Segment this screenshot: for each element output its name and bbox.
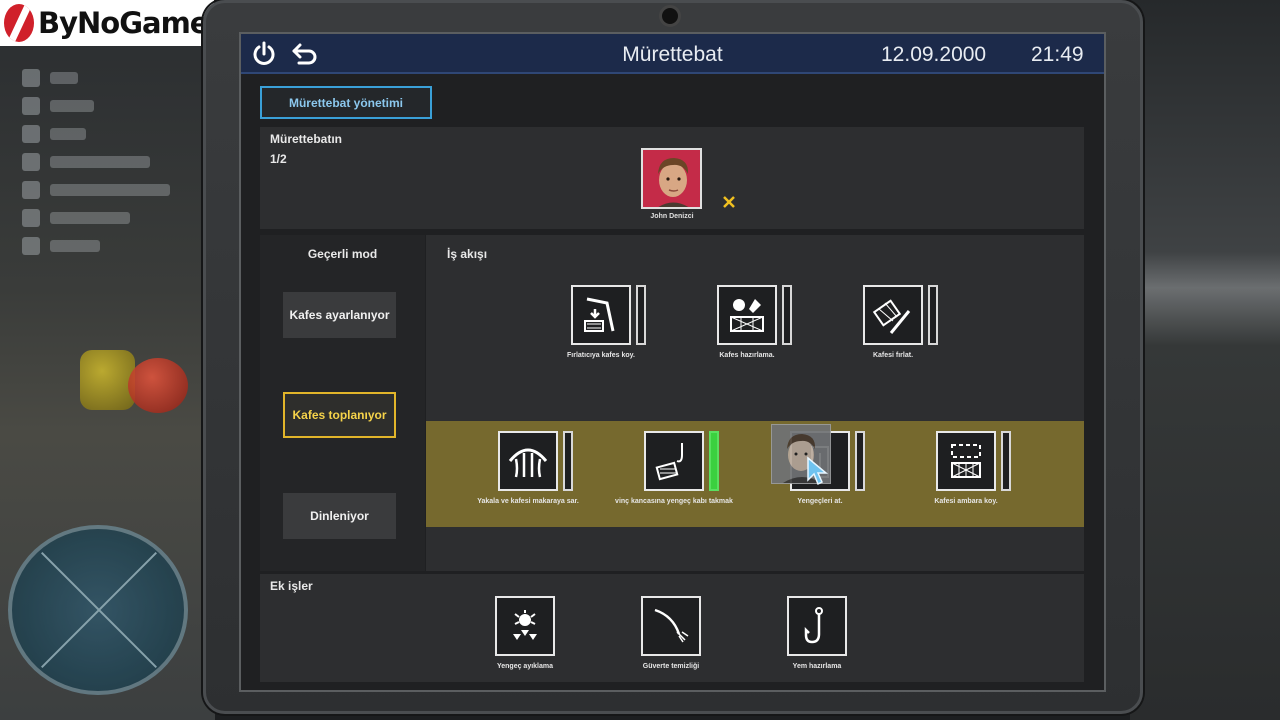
crab-sort-icon	[513, 610, 537, 640]
buoy-red	[128, 358, 188, 413]
brand-logo-icon	[4, 4, 34, 42]
hud-icon	[22, 209, 40, 227]
task-progress-meter	[855, 431, 865, 491]
extra-jobs-title: Ek işler	[270, 579, 313, 593]
task-deck-cleaning[interactable]: Güverte temizliği	[641, 596, 701, 670]
crew-member-name: John Denizci	[650, 213, 694, 220]
workflow-panel: İş akışı Fırlatıcıya kafes koy. Kafes ha…	[426, 235, 1084, 571]
task-progress-meter	[782, 285, 792, 345]
mode-panel: Geçerli mod Kafes ayarlanıyor Kafes topl…	[260, 235, 425, 571]
task-label: Kafes hazırlama.	[719, 352, 775, 359]
time-display: 21:49	[1031, 43, 1084, 66]
date-display: 12.09.2000	[881, 43, 987, 66]
task-progress-meter	[1001, 431, 1011, 491]
task-label: Kafesi ambara koy.	[934, 498, 998, 505]
top-bar: Mürettebat 12.09.2000 21:49	[241, 34, 1104, 74]
hud-icon	[22, 97, 40, 115]
task-progress-meter	[636, 285, 646, 345]
store-cage-icon	[951, 444, 981, 478]
task-label: Yem hazırlama	[792, 663, 842, 670]
hud-icon	[22, 153, 40, 171]
extra-jobs-panel: Ek işler Yengeç ayıklama Güverte temizli…	[260, 574, 1084, 682]
hud-icon	[22, 181, 40, 199]
task-label: Fırlatıcıya kafes koy.	[567, 352, 635, 359]
cage-launcher-icon	[584, 297, 615, 332]
crew-title: Mürettebatın	[270, 132, 342, 146]
mode-button-collecting-cages[interactable]: Kafes toplanıyor	[283, 392, 396, 438]
mode-button-resting[interactable]: Dinleniyor	[283, 493, 396, 539]
fish-hook-icon	[804, 607, 823, 644]
tablet-screen: Mürettebat 12.09.2000 21:49 Mürettebat y…	[239, 32, 1106, 692]
camera-icon	[659, 5, 681, 27]
crane-hook-icon	[655, 443, 683, 481]
workflow-title: İş akışı	[447, 247, 488, 261]
task-progress-meter-active	[709, 431, 719, 491]
task-crab-sorting[interactable]: Yengeç ayıklama	[495, 596, 555, 670]
hud-status-list	[22, 64, 170, 260]
radar-minimap	[8, 525, 188, 695]
mode-title: Geçerli mod	[307, 247, 378, 261]
crew-panel: Mürettebatın 1/2 John Denizci	[260, 127, 1084, 229]
mouse-cursor-icon	[807, 456, 829, 486]
task-bait-preparation[interactable]: Yem hazırlama	[787, 596, 847, 670]
hud-icon	[22, 125, 40, 143]
task-progress-meter	[563, 431, 573, 491]
deck-hose-icon	[654, 608, 689, 643]
crew-portrait-icon	[643, 150, 700, 207]
game-scene-right	[1130, 0, 1280, 720]
task-label: Yakala ve kafesi makaraya sar.	[477, 498, 579, 505]
hud-icon	[22, 237, 40, 255]
task-progress-meter	[928, 285, 938, 345]
hud-icon	[22, 69, 40, 87]
throw-cage-icon	[872, 299, 911, 334]
mode-button-setting-cages[interactable]: Kafes ayarlanıyor	[283, 292, 396, 338]
buoy-yellow	[80, 350, 135, 410]
task-label: Yengeçleri at.	[797, 498, 843, 505]
task-label: Güverte temizliği	[642, 663, 700, 670]
winch-grab-icon	[508, 448, 548, 478]
bait-cage-icon	[730, 299, 764, 332]
brand-watermark: ByNoGame	[0, 0, 214, 46]
task-label: vinç kancasına yengeç kabı takmak	[615, 498, 733, 505]
crew-avatar[interactable]	[641, 148, 702, 209]
tab-crew-management[interactable]: Mürettebat yönetimi	[260, 86, 432, 119]
task-label: Kafesi fırlat.	[872, 352, 914, 359]
brand-name: ByNoGame	[38, 6, 209, 40]
crew-count: 1/2	[270, 152, 287, 166]
task-label: Yengeç ayıklama	[496, 663, 554, 670]
remove-crew-icon[interactable]	[722, 195, 736, 209]
